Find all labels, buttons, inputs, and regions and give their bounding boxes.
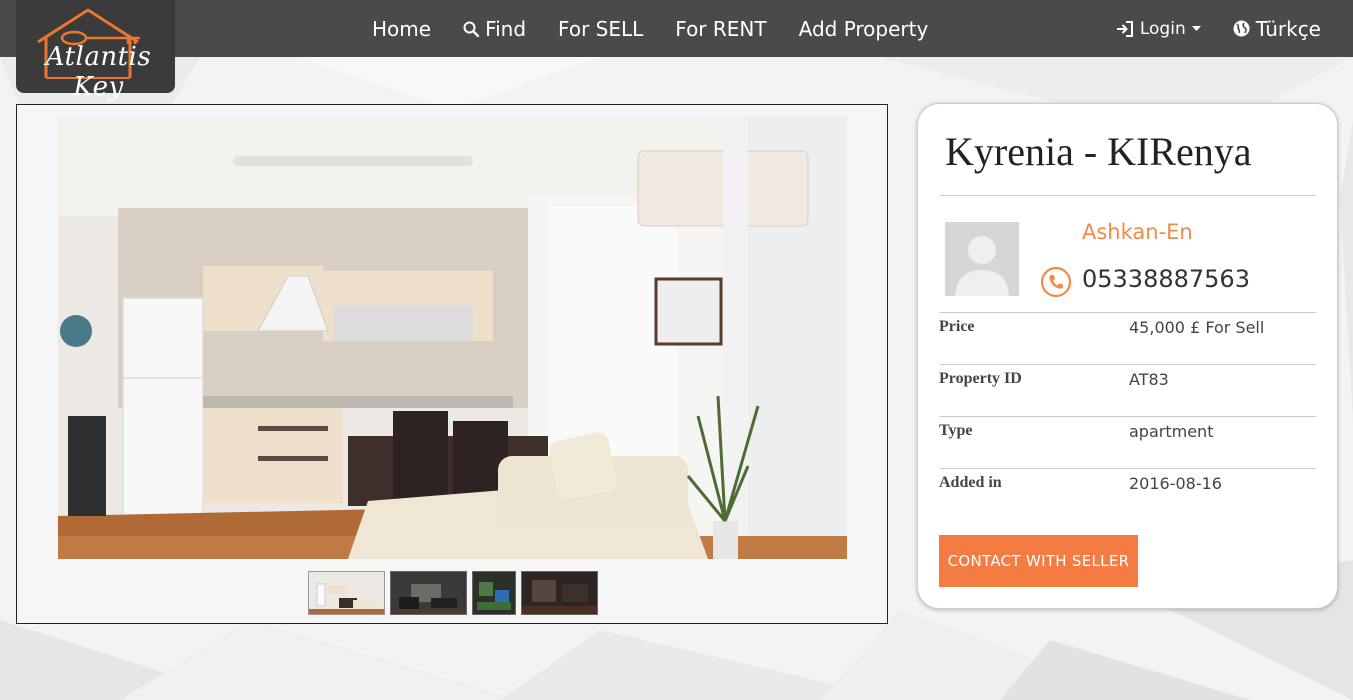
language-label: Türkçe bbox=[1255, 16, 1321, 41]
caret-down-icon bbox=[1191, 25, 1201, 31]
nav-for-rent-link[interactable]: For RENT bbox=[659, 0, 782, 57]
thumbnail-1-image bbox=[309, 572, 384, 614]
property-details-table: Price 45,000 £ For Sell Property ID AT83… bbox=[939, 312, 1316, 520]
language-switch[interactable]: Türkçe bbox=[1217, 0, 1337, 57]
detail-label-type: Type bbox=[939, 422, 973, 439]
logo-text: Atlantis Key bbox=[45, 42, 152, 102]
kitchen-photo-illustration bbox=[58, 116, 847, 559]
user-placeholder-icon bbox=[945, 222, 1019, 296]
contact-seller-button[interactable]: CONTACT WITH SELLER bbox=[939, 535, 1138, 587]
detail-row-price: Price 45,000 £ For Sell bbox=[939, 312, 1316, 365]
property-title: Kyrenia - KIRenya bbox=[945, 129, 1252, 174]
search-icon bbox=[463, 21, 480, 37]
thumbnail-strip bbox=[308, 571, 598, 615]
globe-icon bbox=[1233, 20, 1250, 37]
thumbnail-3[interactable] bbox=[472, 571, 516, 615]
nav-home-link[interactable]: Home bbox=[356, 0, 447, 57]
nav-find-label: Find bbox=[485, 16, 527, 41]
title-divider bbox=[939, 195, 1316, 196]
phone-icon bbox=[1040, 266, 1072, 298]
seller-phone[interactable]: 05338887563 bbox=[1082, 265, 1250, 293]
nav-for-rent-label: For RENT bbox=[675, 16, 767, 41]
property-info-card: Kyrenia - KIRenya Ashkan-En 05338887563 … bbox=[917, 103, 1338, 609]
top-navbar: Home Find For SELL For RENT Add Property… bbox=[0, 0, 1353, 57]
seller-avatar[interactable] bbox=[945, 222, 1019, 296]
thumbnail-3-image bbox=[473, 572, 515, 614]
detail-value-price: 45,000 £ For Sell bbox=[1129, 318, 1265, 337]
seller-name-link[interactable]: Ashkan-En bbox=[1082, 220, 1193, 244]
main-nav: Home Find For SELL For RENT Add Property bbox=[356, 0, 944, 57]
detail-row-property-id: Property ID AT83 bbox=[939, 364, 1316, 417]
site-logo[interactable]: Atlantis Key bbox=[16, 0, 175, 102]
detail-value-property-id: AT83 bbox=[1129, 370, 1169, 389]
nav-for-sell-label: For SELL bbox=[558, 16, 644, 41]
detail-row-type: Type apartment bbox=[939, 416, 1316, 469]
detail-label-added-in: Added in bbox=[939, 474, 1002, 491]
thumbnail-2-image bbox=[391, 572, 466, 614]
thumbnail-2[interactable] bbox=[390, 571, 467, 615]
detail-label-price: Price bbox=[939, 318, 975, 335]
property-gallery bbox=[16, 104, 888, 624]
nav-add-property-link[interactable]: Add Property bbox=[783, 0, 945, 57]
thumbnail-4[interactable] bbox=[521, 571, 598, 615]
nav-for-sell-link[interactable]: For SELL bbox=[542, 0, 659, 57]
nav-find-link[interactable]: Find bbox=[447, 0, 542, 57]
main-property-photo[interactable] bbox=[58, 116, 847, 559]
detail-value-type: apartment bbox=[1129, 422, 1214, 441]
thumbnail-1[interactable] bbox=[308, 571, 385, 615]
login-label: Login bbox=[1139, 18, 1186, 39]
nav-add-property-label: Add Property bbox=[798, 16, 929, 41]
detail-value-added-in: 2016-08-16 bbox=[1129, 474, 1222, 493]
detail-label-property-id: Property ID bbox=[939, 370, 1022, 387]
nav-right: Login Türkçe bbox=[1100, 0, 1337, 57]
login-icon bbox=[1116, 20, 1133, 37]
detail-row-added-in: Added in 2016-08-16 bbox=[939, 468, 1316, 521]
login-dropdown[interactable]: Login bbox=[1100, 0, 1217, 57]
nav-home-label: Home bbox=[372, 16, 432, 41]
thumbnail-4-image bbox=[522, 572, 597, 614]
